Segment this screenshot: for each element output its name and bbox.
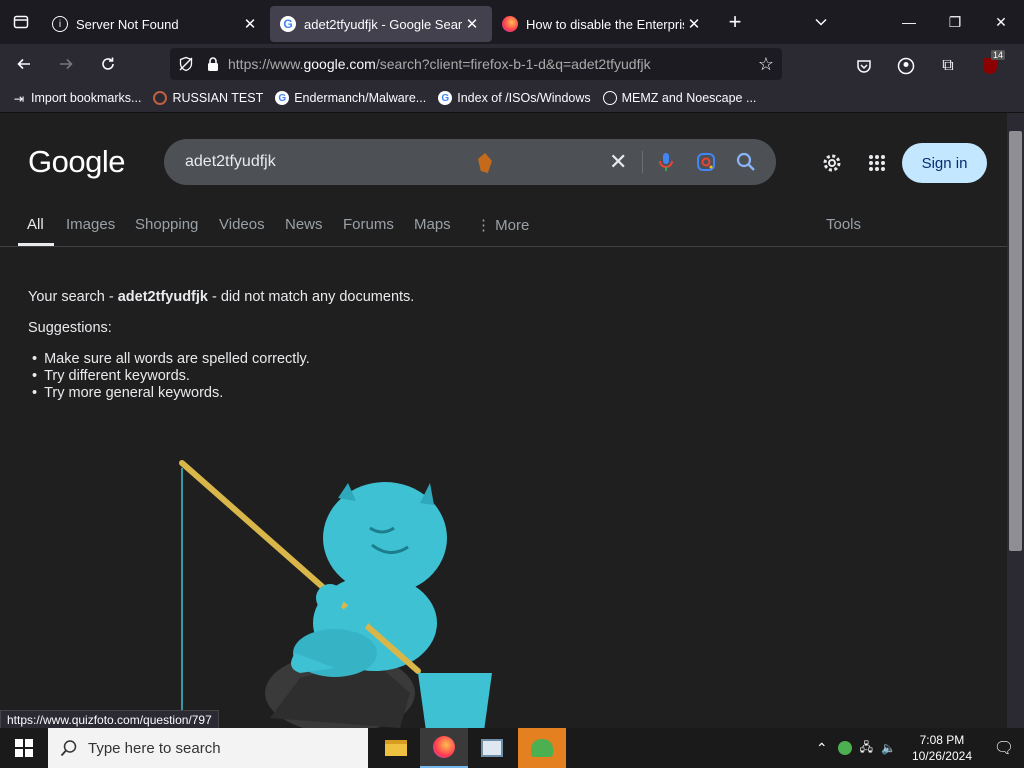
bookmark-favicon-icon [153,91,168,105]
clock-date: 10/26/2024 [911,749,972,763]
search-icon[interactable] [736,152,756,177]
file-explorer-icon[interactable] [372,728,420,768]
firefox-favicon-icon [502,16,518,32]
forward-icon[interactable] [48,46,84,82]
info-icon: i [52,16,68,32]
divider [642,151,643,173]
taskbar-search-placeholder: Type here to search [88,739,221,757]
close-tab-icon[interactable]: ✕ [240,14,260,34]
bookmark-memz[interactable]: MEMZ and Noescape ... [602,91,756,105]
people-app-icon[interactable] [518,728,566,768]
tab-forums[interactable]: Forums [343,216,394,233]
no-results-text: Your search - adet2tfyudfjk - did not ma… [28,289,415,305]
clock[interactable]: 7:08 PM 10/26/2024 [912,732,972,764]
menu-icon[interactable]: ≡ [1014,48,1024,84]
fishing-monster-illustration [179,460,492,728]
tools-button[interactable]: Tools [826,216,861,233]
bookmark-index-isos[interactable]: G Index of /ISOs/Windows [438,91,591,105]
reload-icon[interactable] [90,46,126,82]
settings-gear-icon[interactable] [820,151,844,180]
page-scrollbar[interactable] [1007,113,1024,728]
tab-google-search[interactable]: G adet2tfyudfjk - Google Search ✕ [270,6,492,42]
google-results-page: Google adet2tfyudfjk ✕ Sign in All Image… [0,113,1007,728]
network-icon[interactable]: 🖧 [860,738,873,759]
link-status-bar: https://www.quizfoto.com/question/797 [0,710,219,730]
extensions-icon[interactable]: ⧉ [930,48,966,84]
search-input[interactable]: adet2tfyudfjk [185,153,276,171]
windows-taskbar: Type here to search ⌃ 🖧 🔈 7:08 PM 10/26/… [0,728,1024,768]
clear-icon[interactable]: ✕ [609,149,627,175]
apps-grid-icon[interactable] [868,154,886,177]
import-icon: ⇥ [13,91,25,106]
start-windows-icon[interactable] [0,728,48,768]
tab-title: Server Not Found [76,16,179,32]
system-tray: ⌃ 🖧 🔈 7:08 PM 10/26/2024 🗨 [816,728,1024,768]
search-icon [60,739,78,757]
browser-tab-bar: i Server Not Found ✕ G adet2tfyudfjk - G… [0,0,1024,44]
tab-all[interactable]: All [27,216,44,233]
chevron-up-icon[interactable]: ⌃ [816,740,828,757]
no-results-message: Your search - adet2tfyudfjk - did not ma… [28,289,414,402]
url-bar[interactable]: https://www.google.com/search?client=fir… [170,48,782,80]
lock-icon[interactable] [206,56,220,72]
google-favicon-icon: G [438,91,453,105]
notifications-icon[interactable]: 🗨 [984,738,1024,758]
lens-icon[interactable] [696,152,716,177]
list-item: Make sure all words are spelled correctl… [32,351,414,368]
pocket-icon[interactable] [846,48,882,84]
tab-images[interactable]: Images [66,216,115,233]
more-vert-icon: ⋮ [476,217,496,234]
tab-server-not-found[interactable]: i Server Not Found ✕ [42,6,270,42]
bookmark-endermanch[interactable]: G Endermanch/Malware... [275,91,426,105]
mic-icon[interactable] [658,151,674,178]
tab-shopping[interactable]: Shopping [135,216,198,233]
url-text[interactable]: https://www.google.com/search?client=fir… [228,56,651,72]
suggestions-list: Make sure all words are spelled correctl… [28,351,414,402]
suggestions-label: Suggestions: [28,320,112,336]
tab-title: How to disable the Enterprise R [526,16,684,32]
user-status-icon[interactable] [837,741,852,755]
tab-enterprise[interactable]: How to disable the Enterprise R ✕ [492,6,714,42]
bookmark-import[interactable]: ⇥ Import bookmarks... [12,91,142,106]
volume-icon[interactable]: 🔈 [881,741,896,755]
list-item: Try more general keywords. [32,385,414,402]
close-window-icon[interactable]: ✕ [978,0,1024,44]
firefox-taskbar-icon[interactable] [420,728,468,768]
tab-title: adet2tfyudfjk - Google Search [304,16,462,32]
globe-icon [602,91,617,105]
ublock-extension-icon[interactable]: 14 [972,48,1008,84]
list-item: Try different keywords. [32,368,414,385]
taskbar-search-box[interactable]: Type here to search [48,728,368,768]
clock-time: 7:08 PM [919,733,965,747]
app-window-icon[interactable] [468,728,516,768]
cursor-icon [478,153,492,173]
extension-badge: 14 [990,50,1005,60]
google-favicon-icon: G [280,16,296,32]
search-box[interactable]: adet2tfyudfjk ✕ [164,139,776,185]
tab-news[interactable]: News [285,216,323,233]
scrollbar-thumb[interactable] [1009,131,1022,551]
minimize-icon[interactable]: — [886,0,932,44]
close-tab-icon[interactable]: ✕ [462,14,482,34]
bookmarks-toolbar: ⇥ Import bookmarks... RUSSIAN TEST G Ender… [0,84,1024,113]
list-all-tabs-icon[interactable] [800,0,842,44]
back-icon[interactable] [6,46,42,82]
tab-more[interactable]: ⋮ More [476,216,529,234]
bookmark-star-icon[interactable]: ☆ [758,54,774,75]
sign-in-button[interactable]: Sign in [902,143,987,183]
firefox-view-icon[interactable] [0,0,42,44]
tracking-protection-icon[interactable] [178,56,194,72]
restore-icon[interactable]: ❐ [932,0,978,44]
new-tab-icon[interactable]: + [714,0,756,44]
search-tabs: All Images Shopping Videos News Forums M… [0,209,1007,247]
close-tab-icon[interactable]: ✕ [684,14,704,34]
tab-maps[interactable]: Maps [414,216,451,233]
google-logo[interactable]: Google [28,144,125,180]
tab-videos[interactable]: Videos [219,216,265,233]
account-icon[interactable] [888,48,924,84]
google-favicon-icon: G [275,91,290,105]
active-tab-indicator [18,243,54,246]
bookmark-russian-test[interactable]: RUSSIAN TEST [153,91,263,105]
